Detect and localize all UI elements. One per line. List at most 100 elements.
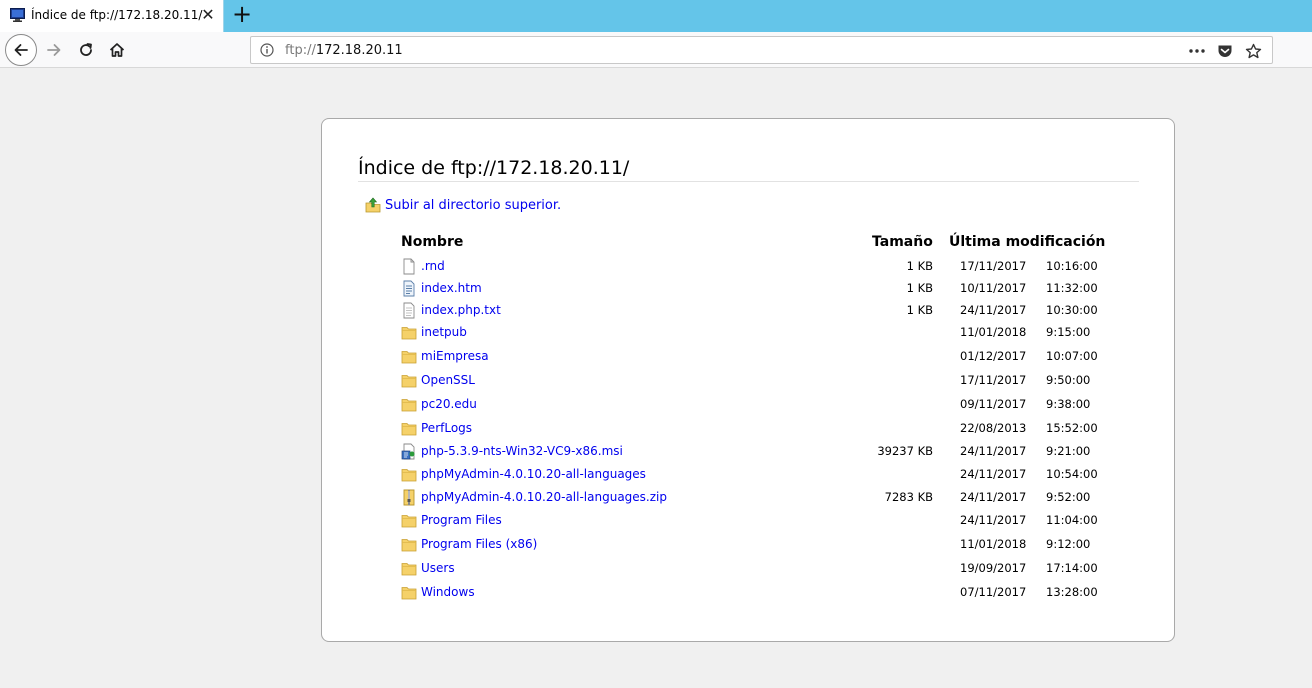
file-time: 17:14:00 xyxy=(1046,561,1098,575)
file-time: 13:28:00 xyxy=(1046,585,1098,599)
file-name-link[interactable]: Windows xyxy=(421,585,475,599)
file-date: 17/11/2017 xyxy=(960,373,1027,387)
file-name-link[interactable]: Users xyxy=(421,561,455,575)
file-date: 07/11/2017 xyxy=(960,585,1027,599)
pocket-icon xyxy=(1218,45,1232,57)
file-name-link[interactable]: miEmpresa xyxy=(421,349,489,363)
url-scheme: ftp:// xyxy=(285,43,316,58)
file-size: 7283 KB xyxy=(884,490,933,504)
reload-button[interactable] xyxy=(71,35,101,65)
file-row: php-5.3.9-nts-Win32-VC9-x86.msi 39237 KB 2… xyxy=(322,441,1174,463)
parent-directory-link[interactable]: Subir al directorio superior. xyxy=(365,195,561,215)
forward-button[interactable] xyxy=(39,35,69,65)
title-divider xyxy=(358,181,1139,182)
file-name-link[interactable]: phpMyAdmin-4.0.10.20-all-languages.zip xyxy=(421,490,667,504)
file-time: 10:30:00 xyxy=(1046,303,1098,317)
file-time: 9:50:00 xyxy=(1046,373,1091,387)
file-date: 24/11/2017 xyxy=(960,444,1027,458)
file-row: Windows 07/11/2017 13:28:00 xyxy=(322,582,1174,604)
file-row: pc20.edu 09/11/2017 9:38:00 xyxy=(322,394,1174,416)
file-time: 9:12:00 xyxy=(1046,537,1091,551)
file-row: index.htm 1 KB 10/11/2017 11:32:00 xyxy=(322,278,1174,300)
file-name-link[interactable]: Program Files xyxy=(421,513,502,527)
file-row: index.php.txt 1 KB 24/11/2017 10:30:00 xyxy=(322,300,1174,322)
back-button[interactable] xyxy=(5,34,37,66)
file-name-link[interactable]: inetpub xyxy=(421,325,467,339)
folder-icon[interactable] xyxy=(401,536,417,553)
file-name-link[interactable]: phpMyAdmin-4.0.10.20-all-languages xyxy=(421,467,646,481)
file-row: OpenSSL 17/11/2017 9:50:00 xyxy=(322,370,1174,392)
folder-icon[interactable] xyxy=(401,372,417,389)
url-host: 172.18.20.11 xyxy=(315,43,403,58)
tab-ftp-index[interactable]: Índice de ftp://172.18.20.11/ ✕ xyxy=(0,0,224,32)
bookmark-button[interactable] xyxy=(1242,40,1264,62)
file-time: 9:15:00 xyxy=(1046,325,1091,339)
directory-listing-panel: Índice de ftp://172.18.20.11/ Subir al d… xyxy=(321,118,1175,642)
file-row: Program Files (x86) 11/01/2018 9:12:00 xyxy=(322,534,1174,556)
file-date: 10/11/2017 xyxy=(960,281,1027,295)
column-header-name[interactable]: Nombre xyxy=(401,234,463,250)
file-name-link[interactable]: index.htm xyxy=(421,281,482,295)
tab-strip: Índice de ftp://172.18.20.11/ ✕ + xyxy=(0,0,1312,32)
file-row: Program Files 24/11/2017 11:04:00 xyxy=(322,510,1174,532)
tab-title: Índice de ftp://172.18.20.11/ xyxy=(31,8,203,22)
folder-icon[interactable] xyxy=(401,324,417,341)
new-tab-button[interactable]: + xyxy=(230,2,254,27)
folder-icon[interactable] xyxy=(401,560,417,577)
ellipsis-icon xyxy=(1189,49,1205,53)
home-button[interactable] xyxy=(102,35,132,65)
file-name-link[interactable]: OpenSSL xyxy=(421,373,475,387)
installer-icon[interactable] xyxy=(401,443,417,460)
forward-arrow-icon xyxy=(47,44,61,56)
file-name-link[interactable]: pc20.edu xyxy=(421,397,477,411)
file-date: 19/09/2017 xyxy=(960,561,1027,575)
page-actions-button[interactable] xyxy=(1186,40,1208,62)
pocket-button[interactable] xyxy=(1214,40,1236,62)
file-date: 22/08/2013 xyxy=(960,421,1027,435)
folder-icon[interactable] xyxy=(401,420,417,437)
close-tab-icon[interactable]: ✕ xyxy=(199,6,217,24)
file-size: 1 KB xyxy=(906,259,933,273)
back-arrow-icon xyxy=(14,44,28,56)
file-date: 24/11/2017 xyxy=(960,467,1027,481)
folder-icon[interactable] xyxy=(401,584,417,601)
file-row: Users 19/09/2017 17:14:00 xyxy=(322,558,1174,580)
file-row: miEmpresa 01/12/2017 10:07:00 xyxy=(322,346,1174,368)
folder-icon[interactable] xyxy=(401,396,417,413)
file-name-link[interactable]: PerfLogs xyxy=(421,421,472,435)
file-time: 9:52:00 xyxy=(1046,490,1091,504)
column-header-size[interactable]: Tamaño xyxy=(872,234,933,250)
computer-favicon-icon xyxy=(10,8,25,22)
site-info-icon[interactable] xyxy=(260,43,274,57)
file-name-link[interactable]: php-5.3.9-nts-Win32-VC9-x86.msi xyxy=(421,444,623,458)
file-size: 39237 KB xyxy=(877,444,933,458)
file-time: 15:52:00 xyxy=(1046,421,1098,435)
file-date: 17/11/2017 xyxy=(960,259,1027,273)
file-date: 09/11/2017 xyxy=(960,397,1027,411)
file-row: phpMyAdmin-4.0.10.20-all-languages.zip 72… xyxy=(322,487,1174,509)
file-size: 1 KB xyxy=(906,303,933,317)
file-name-link[interactable]: .rnd xyxy=(421,259,445,273)
folder-icon[interactable] xyxy=(401,512,417,529)
up-directory-icon xyxy=(365,197,381,213)
text-file-icon[interactable] xyxy=(401,302,417,319)
file-row: PerfLogs 22/08/2013 15:52:00 xyxy=(322,418,1174,440)
folder-icon[interactable] xyxy=(401,466,417,483)
file-name-link[interactable]: index.php.txt xyxy=(421,303,501,317)
zip-file-icon[interactable] xyxy=(401,489,417,506)
file-time: 9:21:00 xyxy=(1046,444,1091,458)
file-date: 01/12/2017 xyxy=(960,349,1027,363)
file-time: 9:38:00 xyxy=(1046,397,1091,411)
folder-icon[interactable] xyxy=(401,348,417,365)
file-date: 24/11/2017 xyxy=(960,490,1027,504)
file-name-link[interactable]: Program Files (x86) xyxy=(421,537,537,551)
file-date: 24/11/2017 xyxy=(960,513,1027,527)
address-bar[interactable]: ftp://172.18.20.11 xyxy=(250,36,1273,64)
page-actions xyxy=(1182,39,1272,63)
column-header-modified[interactable]: Última modificación xyxy=(949,234,1105,250)
file-date: 24/11/2017 xyxy=(960,303,1027,317)
url-text[interactable]: ftp://172.18.20.11 xyxy=(285,43,403,58)
html-file-icon[interactable] xyxy=(401,280,417,297)
file-icon[interactable] xyxy=(401,258,417,275)
parent-directory-label[interactable]: Subir al directorio superior. xyxy=(385,198,561,213)
